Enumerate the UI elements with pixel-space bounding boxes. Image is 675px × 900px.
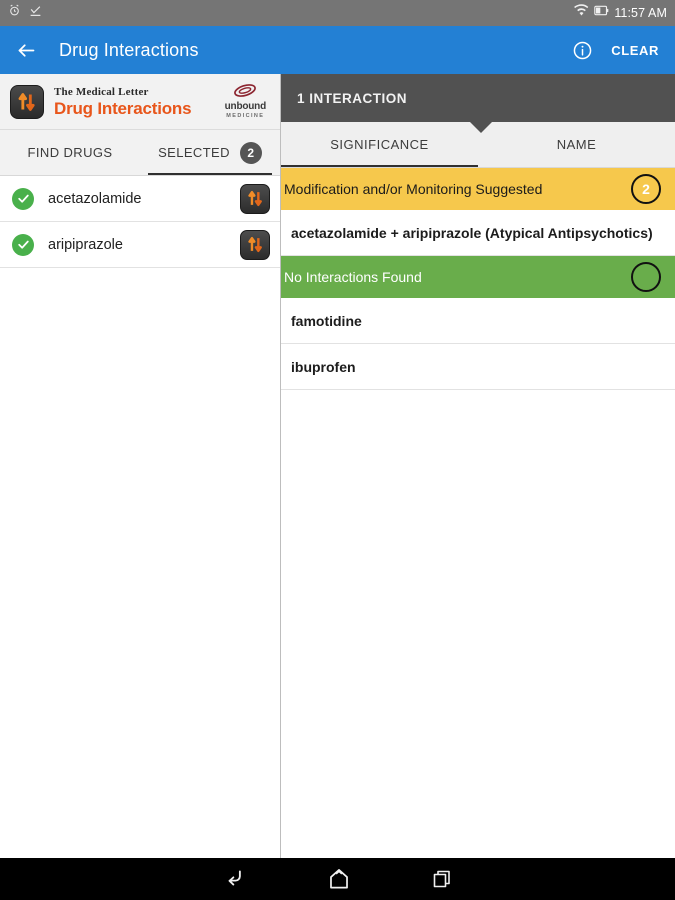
status-bar-right-icons: 11:57 AM xyxy=(574,4,667,22)
tab-selected[interactable]: SELECTED 2 xyxy=(140,130,280,175)
unbound-subtitle: MEDICINE xyxy=(226,113,265,119)
content-area: The Medical Letter Drug Interactions unb… xyxy=(0,74,675,858)
back-nav-icon[interactable] xyxy=(222,866,248,892)
battery-icon xyxy=(594,4,609,22)
check-icon[interactable] xyxy=(12,233,34,256)
android-navigation-bar xyxy=(0,858,675,900)
brand-publisher-line: The Medical Letter xyxy=(54,85,149,98)
interaction-count-label: 1 INTERACTION xyxy=(297,90,408,106)
left-tab-bar: FIND DRUGS SELECTED 2 xyxy=(0,130,280,176)
clear-button[interactable]: CLEAR xyxy=(611,43,659,58)
unbound-swoosh-icon xyxy=(234,84,257,97)
table-row[interactable]: ibuprofen xyxy=(281,344,675,390)
list-item[interactable]: aripiprazole xyxy=(0,222,280,268)
drug-name: aripiprazole xyxy=(48,236,123,253)
page-title: Drug Interactions xyxy=(59,39,199,60)
home-nav-icon[interactable] xyxy=(326,866,352,892)
section-label: No Interactions Found xyxy=(284,269,422,285)
app-bar-actions: CLEAR xyxy=(572,40,659,61)
tab-find-drugs[interactable]: FIND DRUGS xyxy=(0,130,140,175)
interaction-pair-label: acetazolamide + aripiprazole (Atypical A… xyxy=(291,224,653,241)
section-header-warning[interactable]: Modification and/or Monitoring Suggested… xyxy=(281,168,675,210)
unbound-medicine-logo: unbound MEDICINE xyxy=(225,84,270,119)
brand-text: The Medical Letter Drug Interactions xyxy=(54,85,192,118)
section-header-no-interactions[interactable]: No Interactions Found xyxy=(281,256,675,298)
tab-name[interactable]: NAME xyxy=(478,122,675,167)
interaction-count-header: 1 INTERACTION xyxy=(281,74,675,133)
tab-find-drugs-label: FIND DRUGS xyxy=(27,145,113,160)
section-count-badge: 2 xyxy=(631,174,661,204)
unbound-name: unbound xyxy=(224,101,267,112)
download-complete-icon xyxy=(29,4,42,22)
status-bar: 11:57 AM xyxy=(0,0,675,26)
wifi-icon xyxy=(574,4,589,22)
check-icon[interactable] xyxy=(12,187,34,210)
table-row[interactable]: acetazolamide + aripiprazole (Atypical A… xyxy=(281,210,675,256)
drug-name: famotidine xyxy=(291,312,362,329)
section-label: Modification and/or Monitoring Suggested xyxy=(284,181,543,197)
tab-selected-label: SELECTED xyxy=(158,145,230,160)
app-bar: Drug Interactions CLEAR xyxy=(0,26,675,74)
right-pane: 1 INTERACTION SIGNIFICANCE NAME Modifica… xyxy=(281,74,675,858)
drug-name: ibuprofen xyxy=(291,358,356,375)
brand-product-line: Drug Interactions xyxy=(54,98,192,118)
drug-interactions-app-icon xyxy=(10,84,44,119)
drug-name: acetazolamide xyxy=(48,190,142,207)
app-screen: 11:57 AM Drug Interactions CLEAR The Med… xyxy=(0,0,675,900)
status-bar-left-icons xyxy=(8,4,42,22)
left-pane: The Medical Letter Drug Interactions unb… xyxy=(0,74,281,858)
drug-interactions-icon[interactable] xyxy=(240,229,270,260)
table-row[interactable]: famotidine xyxy=(281,298,675,344)
tab-significance[interactable]: SIGNIFICANCE xyxy=(281,122,478,167)
right-tab-bar: SIGNIFICANCE NAME xyxy=(281,122,675,168)
drug-interactions-icon[interactable] xyxy=(240,183,270,214)
info-icon[interactable] xyxy=(572,40,593,61)
tab-name-label: NAME xyxy=(556,137,597,152)
alarm-icon xyxy=(8,4,21,22)
selected-count-badge: 2 xyxy=(239,141,262,164)
section-count-badge xyxy=(631,262,661,292)
list-item[interactable]: acetazolamide xyxy=(0,176,280,222)
brand-header: The Medical Letter Drug Interactions unb… xyxy=(0,74,280,130)
status-bar-clock: 11:57 AM xyxy=(614,6,667,20)
tab-significance-label: SIGNIFICANCE xyxy=(330,137,429,152)
back-arrow-icon[interactable] xyxy=(16,40,37,61)
recents-nav-icon[interactable] xyxy=(430,867,454,891)
